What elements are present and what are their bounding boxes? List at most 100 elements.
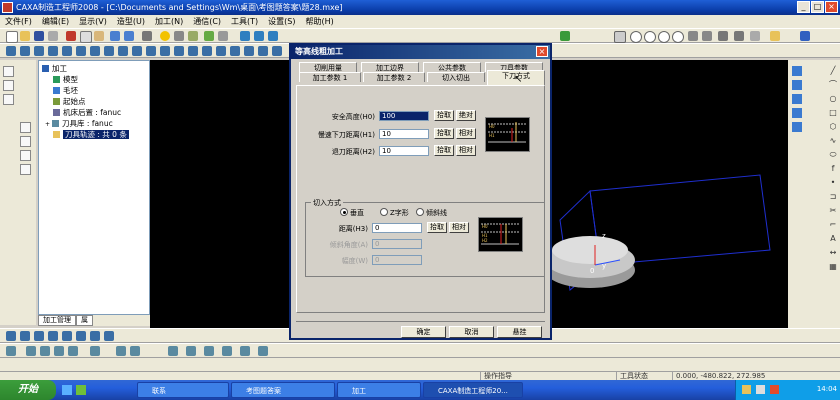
path-b-icon[interactable]: [40, 346, 50, 356]
tab-properties[interactable]: 属: [76, 315, 93, 326]
tab-cutting-params[interactable]: 切削用量: [299, 62, 357, 72]
dialog-close-button[interactable]: ×: [536, 46, 548, 57]
menu-edit[interactable]: 编辑(E): [37, 15, 74, 28]
taskbar-item-contact[interactable]: 联系: [137, 382, 229, 398]
rib-icon[interactable]: [160, 46, 170, 56]
surface-icon[interactable]: [216, 46, 226, 56]
menu-view[interactable]: 显示(V): [74, 15, 112, 28]
menu-settings[interactable]: 设置(S): [263, 15, 300, 28]
circle-icon[interactable]: ○: [828, 94, 838, 104]
polygon-tool-icon[interactable]: [20, 164, 31, 175]
taskbar-item-machining[interactable]: 加工: [337, 382, 421, 398]
formula-icon[interactable]: f: [828, 164, 838, 174]
path-d-icon[interactable]: [68, 346, 78, 356]
rect-icon[interactable]: □: [828, 108, 838, 118]
tool-r2-icon[interactable]: [792, 80, 802, 90]
tree-item-start-point[interactable]: 起始点: [53, 96, 86, 107]
pan-icon[interactable]: [702, 31, 712, 41]
tray-security-icon[interactable]: [770, 385, 779, 394]
check-icon[interactable]: [560, 31, 570, 41]
chamfer-icon[interactable]: [104, 46, 114, 56]
line-icon[interactable]: ╱: [828, 66, 838, 76]
pointer-icon[interactable]: [142, 31, 152, 41]
post-icon[interactable]: [104, 331, 114, 341]
menu-help[interactable]: 帮助(H): [301, 15, 339, 28]
close-button[interactable]: ×: [825, 1, 838, 13]
menu-modeling[interactable]: 造型(U): [112, 15, 150, 28]
redo-icon[interactable]: [124, 31, 134, 41]
tab-machining-params-1[interactable]: 加工参数 1: [299, 72, 361, 82]
drill-icon[interactable]: [62, 331, 72, 341]
cut-icon[interactable]: [66, 31, 76, 41]
line-tool-icon[interactable]: [20, 122, 31, 133]
boolean-icon[interactable]: [244, 46, 254, 56]
maximize-button[interactable]: □: [811, 1, 824, 13]
tray-volume-icon[interactable]: [742, 385, 751, 394]
quicklaunch-desktop-icon[interactable]: [76, 385, 86, 395]
tab-machining-boundary[interactable]: 加工边界: [361, 62, 419, 72]
path-e-icon[interactable]: [90, 346, 100, 356]
zoom-in-icon[interactable]: [644, 31, 656, 43]
radio-zigzag[interactable]: Z字形: [380, 208, 409, 218]
view-side-icon[interactable]: [268, 31, 278, 41]
finishing-icon[interactable]: [20, 331, 30, 341]
radio-ramp[interactable]: 倾斜线: [416, 208, 447, 218]
tree-item-toolpath[interactable]: 刀具轨迹 : 共 0 条: [53, 129, 129, 140]
wireframe-icon[interactable]: [734, 31, 744, 41]
arc-icon[interactable]: ⌒: [828, 80, 838, 90]
slow-plunge-input[interactable]: 10: [379, 129, 429, 139]
color-icon[interactable]: [204, 31, 214, 41]
slow-plunge-mode-button[interactable]: 相对: [456, 128, 476, 139]
text-icon[interactable]: A: [828, 234, 838, 244]
contour-icon[interactable]: [34, 331, 44, 341]
open-file-icon[interactable]: [20, 31, 30, 41]
tree-item-tool-library[interactable]: + 刀具库 : fanuc: [45, 118, 113, 129]
tool-r1-icon[interactable]: [792, 66, 802, 76]
tree-item-machine[interactable]: 机床后置 : fanuc: [53, 107, 121, 118]
pocket-icon[interactable]: [48, 331, 58, 341]
hover-button[interactable]: 悬挂: [497, 326, 542, 338]
taskbar-item-caxa[interactable]: CAXA制造工程师20...: [423, 382, 523, 398]
retract-mode-button[interactable]: 相对: [456, 145, 476, 156]
path-g-icon[interactable]: [130, 346, 140, 356]
radio-vertical[interactable]: 垂直: [340, 208, 364, 218]
save-icon[interactable]: [34, 31, 44, 41]
slow-plunge-pick-button[interactable]: 拾取: [434, 128, 454, 139]
menu-file[interactable]: 文件(F): [0, 15, 37, 28]
quicklaunch-ie-icon[interactable]: [62, 385, 72, 395]
tree-item-machining[interactable]: 加工: [42, 63, 67, 74]
rotate-icon[interactable]: [688, 31, 698, 41]
tab-common-params[interactable]: 公共参数: [423, 62, 481, 72]
revolve-icon[interactable]: [20, 46, 30, 56]
zoom-window-icon[interactable]: [630, 31, 642, 43]
trim-surface-icon[interactable]: [230, 46, 240, 56]
tray-network-icon[interactable]: [756, 385, 765, 394]
edit-path-icon[interactable]: [6, 346, 16, 356]
distance-input[interactable]: 0: [372, 223, 422, 233]
tool-r4-icon[interactable]: [792, 108, 802, 118]
path-i-icon[interactable]: [186, 346, 196, 356]
light-icon[interactable]: [160, 31, 170, 41]
tab-lead-in-out[interactable]: 切入切出: [427, 72, 485, 82]
tree-item-stock[interactable]: 毛坯: [53, 85, 78, 96]
layer-icon[interactable]: [174, 31, 184, 41]
view-top-icon[interactable]: [254, 31, 264, 41]
split-icon[interactable]: [258, 46, 268, 56]
curve-icon[interactable]: [3, 94, 14, 105]
hidden-line-icon[interactable]: [750, 31, 760, 41]
cut-extrude-icon[interactable]: [62, 46, 72, 56]
taskbar-item-answers[interactable]: 考图题答案: [231, 382, 335, 398]
distance-pick-button[interactable]: 拾取: [427, 222, 447, 233]
view-front-icon[interactable]: [240, 31, 250, 41]
copy-icon[interactable]: [80, 31, 92, 43]
mirror-icon[interactable]: [188, 46, 198, 56]
retract-distance-input[interactable]: 10: [379, 146, 429, 156]
tree-item-model[interactable]: 模型: [53, 74, 78, 85]
extrude-icon[interactable]: [6, 46, 16, 56]
path-k-icon[interactable]: [222, 346, 232, 356]
undo-icon[interactable]: [110, 31, 120, 41]
pitch-input[interactable]: 0: [372, 255, 422, 265]
sweep-icon[interactable]: [34, 46, 44, 56]
paste-icon[interactable]: [94, 31, 104, 41]
draft-icon[interactable]: [132, 46, 142, 56]
